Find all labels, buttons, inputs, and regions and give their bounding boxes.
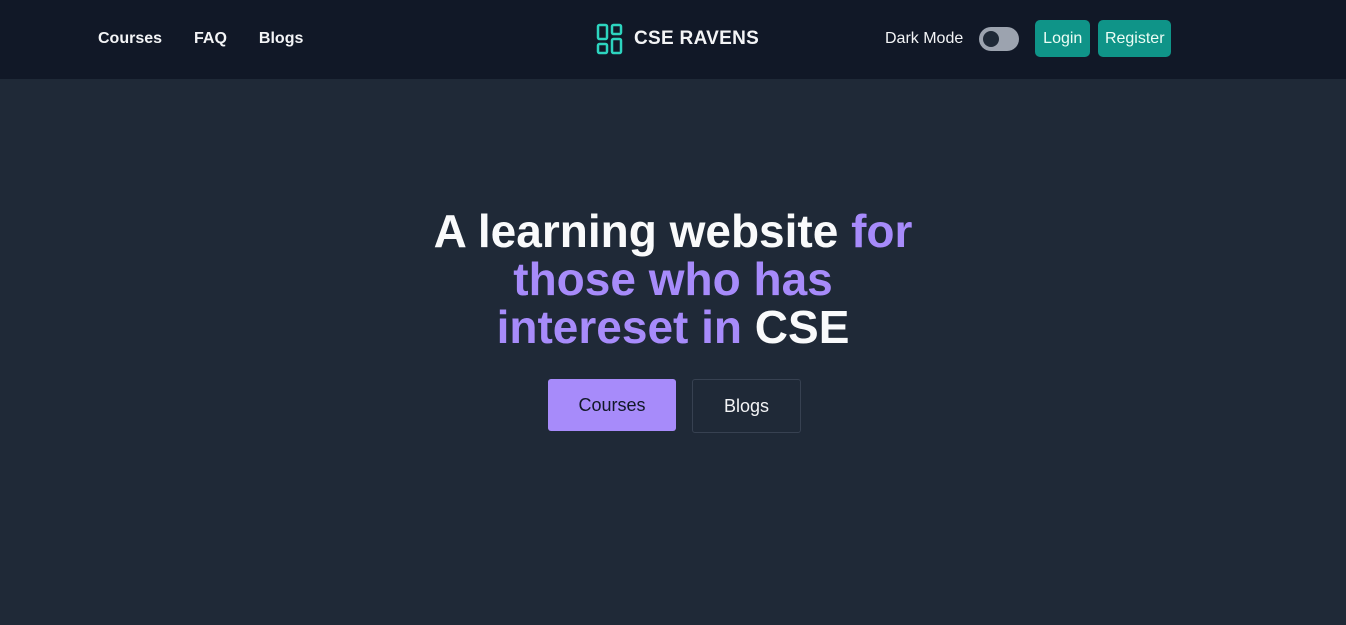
dark-mode-label: Dark Mode xyxy=(885,29,964,47)
dark-mode-toggle[interactable] xyxy=(979,26,1020,51)
top-navbar: Courses FAQ Blogs CSE RAVENS Dark Mode L… xyxy=(0,0,1346,79)
login-button[interactable]: Login xyxy=(1035,20,1091,57)
brand-logo[interactable]: CSE RAVENS xyxy=(596,23,759,55)
nav-links: Courses FAQ Blogs xyxy=(98,29,303,49)
brand-name: CSE RAVENS xyxy=(634,28,760,49)
register-button[interactable]: Register xyxy=(1098,20,1172,57)
hero-section: A learning website for those who has int… xyxy=(0,207,1346,351)
dashboard-grid-icon xyxy=(596,23,624,55)
nav-link-courses[interactable]: Courses xyxy=(98,29,162,49)
hero-title-part3: CSE xyxy=(742,301,850,353)
toggle-knob xyxy=(983,30,1000,47)
hero-title-part1: A learning website xyxy=(433,205,852,257)
hero-courses-button[interactable]: Courses xyxy=(548,379,676,431)
hero-buttons: Courses Blogs xyxy=(548,379,801,433)
hero-title: A learning website for those who has int… xyxy=(413,207,933,351)
header-tools: Dark Mode Login Register xyxy=(885,20,1172,57)
nav-link-faq[interactable]: FAQ xyxy=(194,29,227,49)
nav-link-blogs[interactable]: Blogs xyxy=(259,29,303,49)
hero-blogs-button[interactable]: Blogs xyxy=(692,379,801,433)
